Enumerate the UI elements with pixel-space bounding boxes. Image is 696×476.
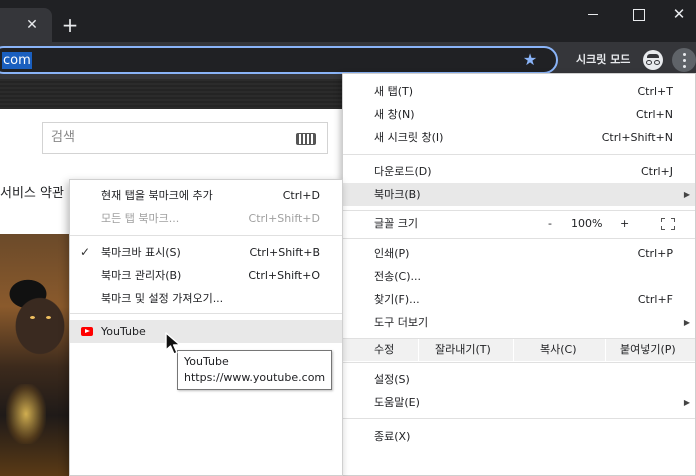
search-input[interactable]: 검색 (42, 122, 328, 154)
menu-item-cast[interactable]: 전송(C)... (343, 265, 695, 288)
bookmark-tooltip: YouTube https://www.youtube.com (177, 350, 332, 390)
new-tab-button[interactable]: + (61, 15, 79, 35)
zoom-level: 100% (571, 217, 603, 230)
maximize-button[interactable] (629, 5, 647, 23)
menu-item-new-window[interactable]: 새 창(N) Ctrl+N (343, 103, 695, 126)
menu-item-print[interactable]: 인쇄(P) Ctrl+P (343, 242, 695, 265)
submenu-arrow-icon: ▶ (683, 398, 690, 407)
minimize-button[interactable] (584, 5, 602, 23)
video-thumbnail[interactable] (0, 234, 72, 476)
url-text[interactable]: com (2, 52, 32, 69)
show-bookmarks-bar-item[interactable]: ✓ 북마크바 표시(S) Ctrl+Shift+B (70, 241, 342, 264)
menu-item-font-size: 글꼴 크기 - 100% + (343, 212, 695, 235)
search-placeholder: 검색 (51, 130, 75, 145)
address-bar[interactable]: com ★ (0, 46, 558, 74)
menu-divider (343, 418, 695, 419)
keyboard-icon[interactable] (296, 133, 316, 145)
bookmark-all-tabs-item: 모든 탭 북마크... Ctrl+Shift+D (101, 212, 320, 225)
fullscreen-icon[interactable] (661, 218, 675, 230)
menu-item-bookmarks[interactable]: 북마크(B) ▶ (343, 183, 695, 206)
tab-close-icon[interactable]: ✕ (24, 17, 40, 33)
paste-button[interactable]: 붙여넣기(P) (605, 339, 695, 361)
bookmark-youtube-item[interactable]: YouTube (70, 320, 342, 343)
customize-menu-button[interactable] (672, 48, 696, 72)
menu-divider (70, 313, 342, 314)
mouse-cursor-icon (165, 332, 181, 355)
tooltip-title: YouTube (184, 355, 229, 368)
menu-divider (343, 362, 695, 363)
tab-strip: ✕ + ✕ (0, 0, 696, 42)
zoom-out-button[interactable]: - (548, 212, 552, 235)
import-bookmarks-item[interactable]: 북마크 및 설정 가져오기... (70, 287, 342, 310)
active-tab[interactable]: ✕ (0, 8, 52, 42)
menu-item-help[interactable]: 도움말(E) ▶ (343, 391, 695, 414)
copy-button[interactable]: 복사(C) (513, 339, 605, 361)
menu-divider (70, 235, 342, 236)
bookmark-manager-item[interactable]: 북마크 관리자(B) Ctrl+Shift+O (70, 264, 342, 287)
cut-button[interactable]: 잘라내기(T) (418, 339, 513, 361)
check-icon: ✓ (80, 245, 91, 259)
menu-divider (343, 238, 695, 239)
zoom-in-button[interactable]: + (620, 212, 629, 235)
tooltip-url: https://www.youtube.com (184, 371, 326, 384)
menu-divider (343, 210, 695, 211)
close-window-button[interactable]: ✕ (670, 5, 688, 23)
terms-of-service-link[interactable]: 서비스 약관 (0, 186, 64, 202)
submenu-arrow-icon: ▶ (683, 318, 690, 327)
menu-edit-row: 수정 잘라내기(T) 복사(C) 붙여넣기(P) (343, 339, 695, 361)
menu-item-settings[interactable]: 설정(S) (343, 368, 695, 391)
menu-item-new-tab[interactable]: 새 탭(T) Ctrl+T (343, 80, 695, 103)
youtube-icon (81, 327, 93, 336)
chrome-main-menu: 새 탭(T) Ctrl+T 새 창(N) Ctrl+N 새 시크릿 창(I) C… (342, 73, 696, 476)
menu-item-find[interactable]: 찾기(F)... Ctrl+F (343, 288, 695, 311)
menu-item-downloads[interactable]: 다운로드(D) Ctrl+J (343, 160, 695, 183)
incognito-label: 시크릿 모드 (576, 53, 631, 66)
bookmarks-submenu: 현재 탭을 북마크에 추가 Ctrl+D 모든 탭 북마크... Ctrl+Sh… (69, 179, 343, 476)
menu-item-more-tools[interactable]: 도구 더보기 ▶ (343, 311, 695, 334)
bookmark-star-icon[interactable]: ★ (521, 51, 539, 69)
menu-divider (343, 154, 695, 155)
menu-item-new-incognito-window[interactable]: 새 시크릿 창(I) Ctrl+Shift+N (343, 126, 695, 149)
menu-item-exit[interactable]: 종료(X) (343, 425, 695, 448)
edit-label: 수정 (374, 343, 395, 356)
bookmark-this-tab-item[interactable]: 현재 탭을 북마크에 추가 Ctrl+D (70, 184, 342, 207)
incognito-icon (643, 50, 663, 70)
submenu-arrow-icon: ▶ (683, 190, 690, 199)
